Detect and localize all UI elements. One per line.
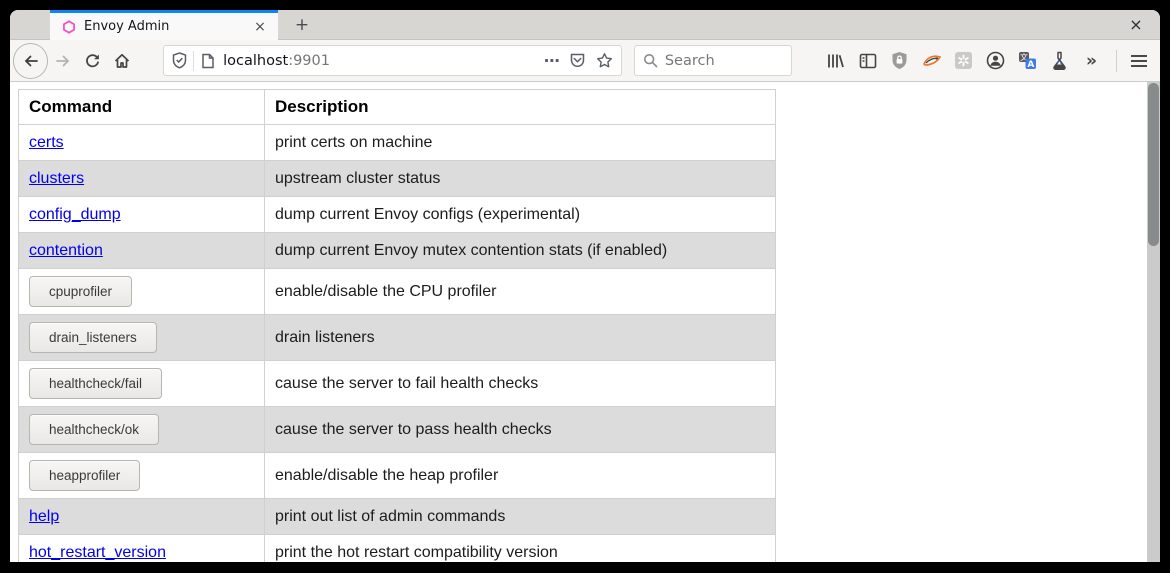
account-button[interactable] — [982, 47, 1010, 75]
toolbar-separator — [1116, 50, 1117, 72]
row-description: dump current Envoy mutex contention stat… — [265, 233, 776, 269]
table-row-help: help print out list of admin commands — [19, 499, 776, 535]
page-info-icon[interactable] — [201, 53, 215, 69]
urlbar-separator — [193, 51, 194, 71]
forward-arrow-icon — [54, 52, 72, 70]
cpuprofiler-button[interactable]: cpuprofiler — [29, 276, 132, 307]
home-icon — [113, 52, 131, 70]
browser-window: Envoy Admin × + × — [10, 10, 1160, 562]
table-row-contention: contention dump current Envoy mutex cont… — [19, 233, 776, 269]
shield-lock-extension-button[interactable] — [886, 47, 914, 75]
scrollbar-thumb[interactable] — [1148, 83, 1159, 246]
row-description: upstream cluster status — [265, 161, 776, 197]
contention-link[interactable]: contention — [29, 242, 103, 259]
heapprofiler-button[interactable]: heapprofiler — [29, 460, 140, 491]
search-input[interactable] — [665, 53, 775, 69]
table-row-clusters: clusters upstream cluster status — [19, 161, 776, 197]
bookmark-star-icon[interactable] — [596, 52, 613, 69]
sidebar-button[interactable] — [854, 47, 882, 75]
flower-extension-icon — [954, 51, 973, 70]
tab-bar: Envoy Admin × + × — [10, 10, 1160, 40]
tracking-protection-shield-icon[interactable] — [172, 52, 187, 69]
pocket-icon[interactable] — [569, 52, 586, 69]
config-dump-link[interactable]: config_dump — [29, 206, 121, 223]
account-icon — [986, 51, 1005, 70]
row-description: enable/disable the heap profiler — [265, 453, 776, 499]
url-bar[interactable]: localhost:9901 ⋯ — [163, 45, 622, 76]
menu-icon — [1131, 65, 1147, 67]
toolbar-extension-icons: 文 A » — [820, 47, 1108, 75]
column-header-description: Description — [265, 90, 776, 125]
search-icon — [643, 53, 658, 68]
navigation-toolbar: localhost:9901 ⋯ — [10, 40, 1160, 82]
home-button[interactable] — [109, 47, 137, 75]
envoy-favicon-icon — [62, 20, 76, 34]
table-header-row: Command Description — [19, 90, 776, 125]
back-button[interactable] — [13, 43, 48, 79]
library-icon — [826, 52, 845, 70]
table-row-healthcheck-ok: healthcheck/ok cause the server to pass … — [19, 407, 776, 453]
url-text[interactable]: localhost:9901 — [223, 53, 536, 69]
table-row-cpuprofiler: cpuprofiler enable/disable the CPU profi… — [19, 269, 776, 315]
svg-text:A: A — [1027, 60, 1034, 70]
translate-extension-icon: 文 A — [1018, 51, 1037, 70]
row-description: cause the server to fail health checks — [265, 361, 776, 407]
toolbar-overflow-button[interactable]: » — [1078, 47, 1106, 75]
search-box[interactable] — [634, 45, 792, 76]
reload-button[interactable] — [79, 47, 107, 75]
row-description: print certs on machine — [265, 125, 776, 161]
page-content: Command Description certs print certs on… — [10, 82, 1160, 562]
fox-extension-icon — [922, 53, 942, 69]
vertical-scrollbar[interactable] — [1147, 82, 1160, 562]
back-arrow-icon — [22, 52, 40, 70]
sidebar-icon — [859, 53, 877, 69]
flower-extension-button[interactable] — [950, 47, 978, 75]
flask-button[interactable] — [1046, 47, 1074, 75]
row-description: cause the server to pass health checks — [265, 407, 776, 453]
row-description: dump current Envoy configs (experimental… — [265, 197, 776, 233]
fox-extension-button[interactable] — [918, 47, 946, 75]
table-row-drain-listeners: drain_listeners drain listeners — [19, 315, 776, 361]
page-actions-icon[interactable]: ⋯ — [544, 51, 561, 70]
url-port: :9901 — [288, 53, 330, 69]
help-link[interactable]: help — [29, 508, 59, 525]
tab-title: Envoy Admin — [84, 19, 250, 34]
clusters-link[interactable]: clusters — [29, 170, 84, 187]
column-header-command: Command — [19, 90, 265, 125]
healthcheck-fail-button[interactable]: healthcheck/fail — [29, 368, 162, 399]
flask-icon — [1051, 51, 1068, 70]
row-description: enable/disable the CPU profiler — [265, 269, 776, 315]
table-row-hot-restart-version: hot_restart_version print the hot restar… — [19, 535, 776, 563]
table-row-config-dump: config_dump dump current Envoy configs (… — [19, 197, 776, 233]
drain-listeners-button[interactable]: drain_listeners — [29, 322, 157, 353]
certs-link[interactable]: certs — [29, 134, 64, 151]
new-tab-button[interactable]: + — [290, 14, 314, 38]
menu-icon — [1131, 60, 1147, 62]
row-description: print the hot restart compatibility vers… — [265, 535, 776, 563]
translate-extension-button[interactable]: 文 A — [1014, 47, 1042, 75]
admin-commands-table: Command Description certs print certs on… — [18, 89, 776, 562]
shield-lock-extension-icon — [891, 51, 908, 70]
table-row-certs: certs print certs on machine — [19, 125, 776, 161]
healthcheck-ok-button[interactable]: healthcheck/ok — [29, 414, 159, 445]
row-description: drain listeners — [265, 315, 776, 361]
library-button[interactable] — [822, 47, 850, 75]
overflow-chevron-icon: » — [1086, 51, 1097, 71]
tab-envoy-admin[interactable]: Envoy Admin × — [50, 10, 278, 40]
url-host: localhost — [223, 53, 288, 69]
menu-icon — [1131, 55, 1147, 57]
table-row-heapprofiler: heapprofiler enable/disable the heap pro… — [19, 453, 776, 499]
hot-restart-version-link[interactable]: hot_restart_version — [29, 544, 166, 561]
forward-button[interactable] — [49, 47, 77, 75]
window-close-icon[interactable]: × — [1124, 13, 1148, 37]
reload-icon — [84, 52, 101, 69]
table-row-healthcheck-fail: healthcheck/fail cause the server to fai… — [19, 361, 776, 407]
row-description: print out list of admin commands — [265, 499, 776, 535]
tab-close-icon[interactable]: × — [250, 17, 270, 37]
menu-button[interactable] — [1124, 47, 1154, 75]
